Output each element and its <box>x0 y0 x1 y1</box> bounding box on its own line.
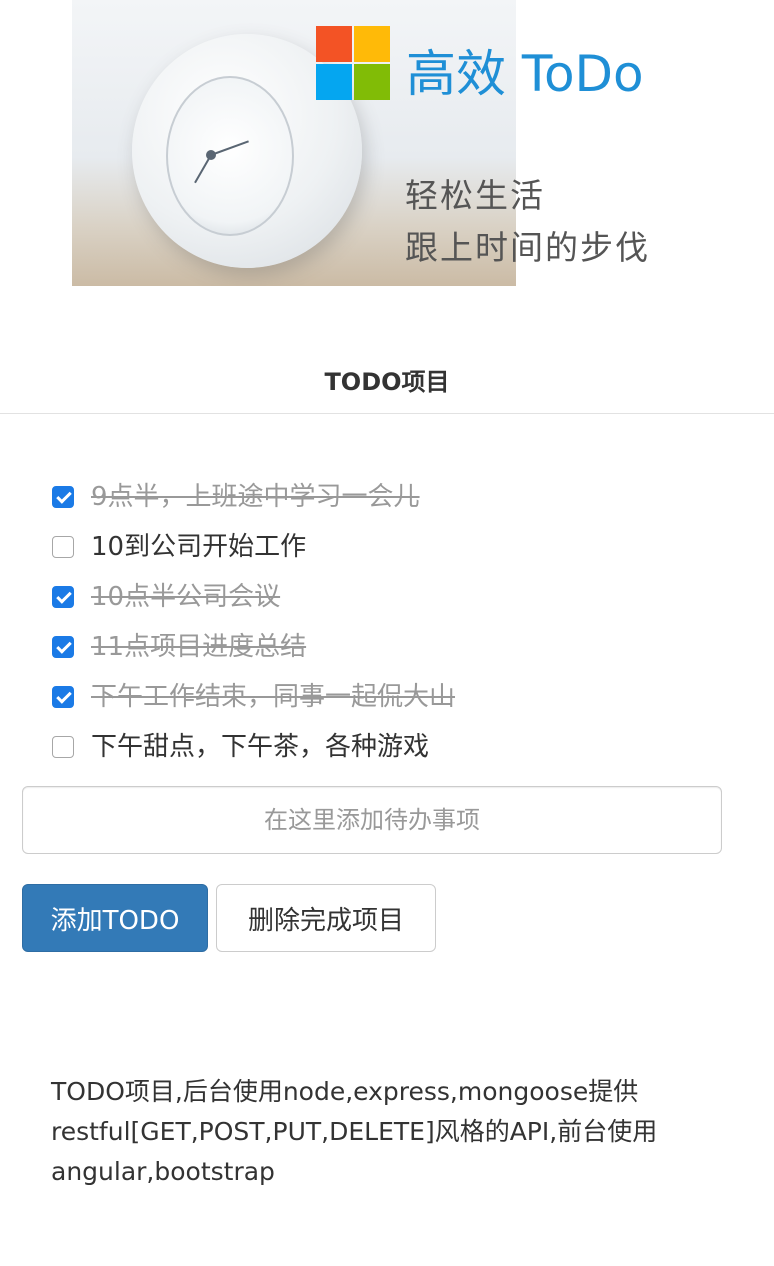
page-title: TODO项目 <box>324 368 450 396</box>
todo-checkbox[interactable] <box>52 636 74 658</box>
todo-checkbox[interactable] <box>52 586 74 608</box>
todo-text: 11点项目进度总结 <box>91 632 307 662</box>
divider <box>0 413 774 414</box>
todo-list: 9点半，上班途中学习一会儿 10到公司开始工作 10点半公司会议 11点项目进度… <box>52 472 455 772</box>
todo-item: 10点半公司会议 <box>52 572 455 622</box>
todo-checkbox[interactable] <box>52 486 74 508</box>
todo-text: 10点半公司会议 <box>91 582 281 612</box>
todo-item: 10到公司开始工作 <box>52 522 455 572</box>
windows-logo-icon <box>316 26 390 100</box>
todo-text: 10到公司开始工作 <box>91 532 307 562</box>
add-todo-input[interactable] <box>22 786 722 854</box>
todo-checkbox[interactable] <box>52 686 74 708</box>
todo-item: 下午甜点，下午茶，各种游戏 <box>52 722 455 772</box>
todo-text: 下午甜点，下午茶，各种游戏 <box>91 732 430 762</box>
todo-text: 下午工作结束，同事一起侃大山 <box>91 682 456 712</box>
todo-text: 9点半，上班途中学习一会儿 <box>91 482 420 512</box>
banner: 高效 ToDo 轻松生活 跟上时间的步伐 <box>72 0 664 286</box>
todo-item: 9点半，上班途中学习一会儿 <box>52 472 455 522</box>
logo-text: 高效 ToDo <box>406 45 644 103</box>
todo-checkbox[interactable] <box>52 536 74 558</box>
add-todo-button[interactable]: 添加TODO <box>22 884 208 952</box>
project-description: TODO项目,后台使用node,express,mongoose提供restfu… <box>51 1077 658 1186</box>
delete-completed-button[interactable]: 删除完成项目 <box>216 884 436 952</box>
clock-center <box>206 150 216 160</box>
todo-item: 11点项目进度总结 <box>52 622 455 672</box>
slogan-line-2: 跟上时间的步伐 <box>405 228 650 267</box>
todo-checkbox[interactable] <box>52 736 74 758</box>
clock-face <box>166 76 294 236</box>
slogan-line-1: 轻松生活 <box>405 176 545 215</box>
todo-item: 下午工作结束，同事一起侃大山 <box>52 672 455 722</box>
